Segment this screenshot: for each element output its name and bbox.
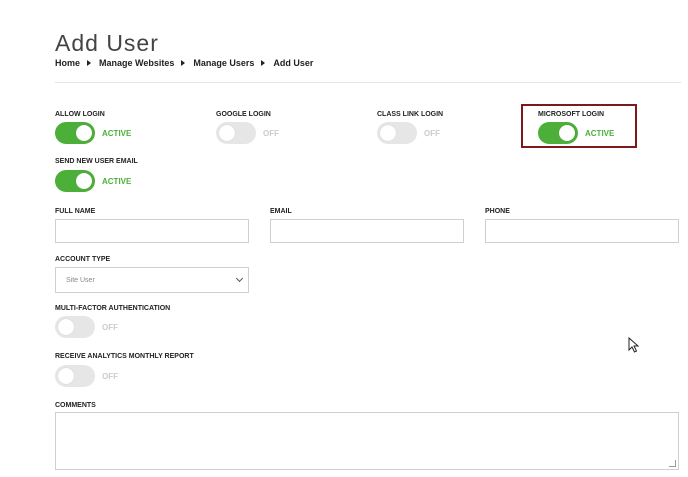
breadcrumb: Home Manage Websites Manage Users Add Us…	[55, 58, 313, 68]
google-login-switch[interactable]	[216, 122, 256, 144]
analytics-report-switch[interactable]	[55, 365, 95, 387]
breadcrumb-separator-icon	[261, 60, 266, 66]
page-title: Add User	[55, 30, 159, 56]
microsoft-login-label: MICROSOFT LOGIN	[538, 111, 605, 118]
allow-login-toggle[interactable]: ACTIVE	[55, 122, 131, 144]
google-login-toggle[interactable]: OFF	[216, 122, 279, 144]
account-type-value: Site User	[66, 276, 95, 284]
resize-grip-icon[interactable]	[669, 460, 676, 467]
analytics-report-label: RECEIVE ANALYTICS MONTHLY REPORT	[55, 353, 194, 360]
send-new-user-email-label: SEND NEW USER EMAIL	[55, 158, 138, 165]
google-login-state: OFF	[263, 128, 279, 138]
class-link-login-toggle[interactable]: OFF	[377, 122, 440, 144]
switch-knob	[58, 368, 74, 384]
comments-textarea[interactable]	[55, 412, 679, 470]
account-type-label: ACCOUNT TYPE	[55, 256, 111, 263]
microsoft-login-toggle[interactable]: ACTIVE	[538, 122, 614, 144]
switch-knob	[76, 125, 92, 141]
breadcrumb-separator-icon	[181, 60, 186, 66]
email-label: EMAIL	[270, 208, 292, 215]
microsoft-login-state: ACTIVE	[585, 128, 615, 138]
class-link-login-state: OFF	[424, 128, 440, 138]
breadcrumb-manage-users[interactable]: Manage Users	[193, 58, 254, 68]
switch-knob	[76, 173, 92, 189]
analytics-report-state: OFF	[102, 371, 118, 381]
class-link-login-label: CLASS LINK LOGIN	[377, 111, 444, 118]
comments-label: COMMENTS	[55, 402, 96, 409]
switch-knob	[219, 125, 235, 141]
switch-knob	[380, 125, 396, 141]
mfa-label: MULTI-FACTOR AUTHENTICATION	[55, 305, 171, 312]
class-link-login-switch[interactable]	[377, 122, 417, 144]
send-new-user-email-switch[interactable]	[55, 170, 95, 192]
mfa-state: OFF	[102, 322, 118, 332]
breadcrumb-manage-websites[interactable]: Manage Websites	[99, 58, 174, 68]
switch-knob	[58, 319, 74, 335]
breadcrumb-current: Add User	[273, 58, 314, 68]
microsoft-login-switch[interactable]	[538, 122, 578, 144]
google-login-label: GOOGLE LOGIN	[216, 111, 271, 118]
full-name-label: FULL NAME	[55, 208, 96, 215]
allow-login-label: ALLOW LOGIN	[55, 111, 105, 118]
breadcrumb-home[interactable]: Home	[55, 58, 80, 68]
phone-input[interactable]	[485, 219, 679, 243]
send-new-user-email-state: ACTIVE	[102, 176, 132, 186]
header-divider	[55, 82, 681, 83]
mouse-pointer-icon	[628, 336, 640, 358]
phone-label: PHONE	[485, 208, 510, 215]
mfa-toggle[interactable]: OFF	[55, 316, 118, 338]
switch-knob	[559, 125, 575, 141]
full-name-input[interactable]	[55, 219, 249, 243]
breadcrumb-separator-icon	[87, 60, 92, 66]
email-input[interactable]	[270, 219, 464, 243]
send-new-user-email-toggle[interactable]: ACTIVE	[55, 170, 131, 192]
analytics-report-toggle[interactable]: OFF	[55, 365, 118, 387]
allow-login-switch[interactable]	[55, 122, 95, 144]
account-type-select[interactable]: Site User	[55, 267, 249, 293]
allow-login-state: ACTIVE	[102, 128, 132, 138]
mfa-switch[interactable]	[55, 316, 95, 338]
chevron-down-icon	[235, 274, 244, 283]
